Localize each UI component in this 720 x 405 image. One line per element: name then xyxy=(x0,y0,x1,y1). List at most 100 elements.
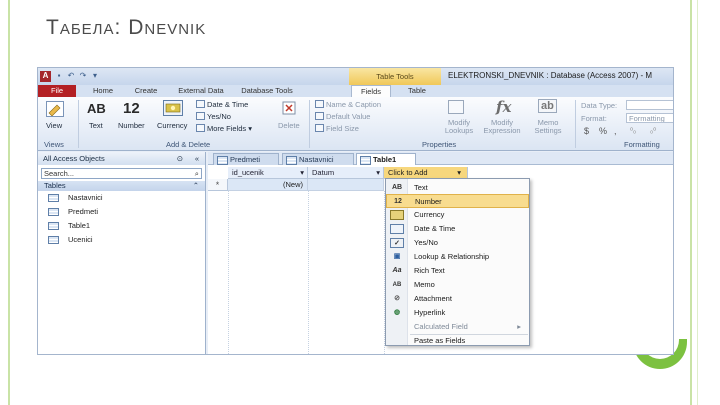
menu-item-hyperlink[interactable]: ◍ Hyperlink xyxy=(386,306,529,320)
search-icon: ⌕ xyxy=(194,169,199,178)
field-type-menu: AB Text 12 Number Currency Date & Time ✓ Ye… xyxy=(385,178,530,346)
table-icon xyxy=(48,236,59,244)
table-tools-context: Table Tools xyxy=(349,68,441,85)
nav-item-table1[interactable]: Table1 xyxy=(38,219,205,233)
percent-format-button[interactable]: % xyxy=(599,126,607,136)
menu-item-lookup-relationship[interactable]: ▣ Lookup & Relationship xyxy=(386,250,529,264)
sort-dropdown-icon[interactable]: ▾ xyxy=(376,167,380,179)
group-separator xyxy=(78,100,79,148)
modify-expression-button[interactable]: Modify Expression xyxy=(480,119,524,135)
modify-lookups-icon xyxy=(448,100,464,114)
menu-item-paste-as-fields[interactable]: Paste as Fields xyxy=(386,334,529,348)
group-separator xyxy=(575,100,576,148)
tab-fields[interactable]: Fields xyxy=(351,85,391,97)
text-field-icon: AB xyxy=(87,101,106,116)
decrease-decimals-icon[interactable]: ₀⁰ xyxy=(650,126,656,135)
doc-tab-nastavnici[interactable]: Nastavnici xyxy=(282,153,354,165)
paperclip-icon: ⊘ xyxy=(394,295,400,302)
shutter-bar-close-icon[interactable]: « xyxy=(195,152,199,165)
rich-text-icon: Aa xyxy=(392,267,402,274)
date-time-button[interactable]: Date & Time xyxy=(196,100,248,109)
menu-item-yes-no[interactable]: ✓ Yes/No xyxy=(386,236,529,250)
memo-settings-icon: ab xyxy=(538,99,557,113)
format-label: Format: xyxy=(581,114,607,123)
undo-icon[interactable]: ↶ xyxy=(66,71,76,81)
lookup-icon: ▣ xyxy=(393,253,401,260)
tab-external-data[interactable]: External Data xyxy=(170,85,232,97)
navigation-pane: All Access Objects ⊙ « Search... ⌕ Table… xyxy=(38,152,206,354)
window-title: ELEKTRONSKI_DNEVNIK : Database (Access 2… xyxy=(448,71,653,80)
menu-item-text[interactable]: AB Text xyxy=(386,181,529,195)
name-caption-button[interactable]: Name & Caption xyxy=(315,100,381,109)
ribbon-tab-bar: File Home Create External Data Database … xyxy=(38,85,673,97)
nav-item-ucenici[interactable]: Ucenici xyxy=(38,233,205,247)
default-value-button[interactable]: Default Value xyxy=(315,112,370,121)
new-record-selector[interactable]: * xyxy=(208,179,228,191)
view-button[interactable]: View xyxy=(46,121,62,130)
nav-item-predmeti[interactable]: Predmeti xyxy=(38,205,205,219)
globe-icon: ◍ xyxy=(393,309,401,316)
slide-frame-left xyxy=(8,0,10,405)
column-header-id-ucenik[interactable]: id_ucenik ▾ xyxy=(228,167,308,179)
tab-create[interactable]: Create xyxy=(126,85,166,97)
nav-pane-header[interactable]: All Access Objects ⊙ « xyxy=(38,152,205,165)
delete-field-button[interactable]: Delete xyxy=(278,121,300,130)
nav-item-nastavnici[interactable]: Nastavnici xyxy=(38,191,205,205)
modify-lookups-button[interactable]: Modify Lookups xyxy=(442,119,476,135)
format-select[interactable]: Formatting xyxy=(626,113,673,123)
number-field-button[interactable]: Number xyxy=(118,121,145,130)
nav-dropdown-icon[interactable]: ⊙ xyxy=(177,152,183,165)
currency-field-button[interactable]: Currency xyxy=(157,121,187,130)
menu-item-currency[interactable]: Currency xyxy=(386,208,529,222)
number-field-icon: 12 xyxy=(123,100,140,117)
menu-item-number[interactable]: 12 Number xyxy=(386,194,529,208)
checkbox-icon: ✓ xyxy=(390,238,404,248)
doc-tab-predmeti[interactable]: Predmeti xyxy=(213,153,279,165)
text-type-icon: AB xyxy=(391,184,403,191)
increase-decimals-icon[interactable]: ⁰₀ xyxy=(630,126,636,135)
document-tabs: Predmeti Nastavnici Table1 xyxy=(208,152,673,165)
collapse-group-icon[interactable]: ⌃ xyxy=(193,181,199,191)
yes-no-button[interactable]: Yes/No xyxy=(196,112,231,121)
new-record-datum-cell[interactable] xyxy=(308,179,384,191)
new-record-id-cell[interactable]: (New) xyxy=(228,179,308,191)
column-header-datum[interactable]: Datum ▾ xyxy=(308,167,384,179)
customize-toolbar-icon[interactable]: ▾ xyxy=(90,71,100,81)
comma-format-button[interactable]: , xyxy=(614,126,617,136)
nav-group-tables[interactable]: Tables ⌃ xyxy=(38,181,205,191)
menu-item-memo[interactable]: AB Memo xyxy=(386,278,529,292)
slide-frame-right xyxy=(690,0,692,405)
view-icon[interactable] xyxy=(46,101,64,117)
tab-home[interactable]: Home xyxy=(84,85,122,97)
grid-line xyxy=(228,191,229,354)
tab-database-tools[interactable]: Database Tools xyxy=(234,85,300,97)
field-size-button[interactable]: Field Size xyxy=(315,124,359,133)
tab-file[interactable]: File xyxy=(38,85,76,97)
slide-title: Табела: Dnevnik xyxy=(46,16,207,39)
menu-item-rich-text[interactable]: Aa Rich Text xyxy=(386,264,529,278)
calendar-icon xyxy=(390,224,404,234)
access-app-icon[interactable]: A xyxy=(40,71,51,82)
tab-table[interactable]: Table xyxy=(398,85,436,97)
memo-settings-button[interactable]: Memo Settings xyxy=(530,119,566,135)
currency-format-button[interactable]: $ xyxy=(584,126,589,136)
menu-item-date-time[interactable]: Date & Time xyxy=(386,222,529,236)
more-fields-button[interactable]: More Fields ▾ xyxy=(196,124,252,133)
more-fields-icon xyxy=(196,124,205,132)
table-icon xyxy=(48,208,59,216)
currency-icon xyxy=(163,100,183,116)
text-field-button[interactable]: Text xyxy=(89,121,103,130)
menu-item-attachment[interactable]: ⊘ Attachment xyxy=(386,292,529,306)
data-type-select[interactable] xyxy=(626,100,673,110)
title-bar: A ▪ ↶ ↷ ▾ Table Tools ELEKTRONSKI_DNEVNI… xyxy=(38,68,673,85)
save-icon[interactable]: ▪ xyxy=(54,71,64,81)
redo-icon[interactable]: ↷ xyxy=(78,71,88,81)
doc-tab-table1[interactable]: Table1 xyxy=(356,153,416,165)
field-size-icon xyxy=(315,124,324,132)
slide-frame-right-inner xyxy=(697,0,698,405)
add-delete-group-label: Add & Delete xyxy=(166,140,211,149)
nav-search-input[interactable]: Search... ⌕ xyxy=(41,168,202,179)
menu-item-calculated-field[interactable]: Calculated Field ▸ xyxy=(386,320,529,334)
checkbox-icon xyxy=(196,112,205,120)
sort-dropdown-icon[interactable]: ▾ xyxy=(300,167,304,179)
